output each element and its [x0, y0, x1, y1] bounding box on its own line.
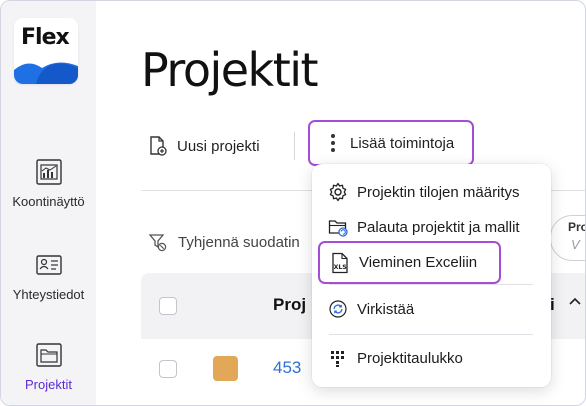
menu-item-status-settings[interactable]: Projektin tilojen määritys — [328, 182, 520, 202]
column-header-project[interactable]: Proj — [273, 295, 306, 315]
gear-icon — [329, 182, 347, 202]
refresh-icon — [329, 300, 347, 318]
row-checkbox[interactable] — [159, 360, 177, 378]
menu-separator — [329, 334, 533, 335]
projects-folder-icon — [35, 343, 62, 367]
dashboard-chart-icon — [35, 159, 62, 185]
new-project-button[interactable]: Uusi projekti — [148, 134, 260, 158]
row-color-swatch — [213, 356, 238, 381]
menu-item-refresh[interactable]: Virkistää — [328, 299, 414, 319]
menu-item-label: Palauta projektit ja mallit — [357, 218, 520, 236]
xls-file-icon: XLS — [332, 252, 348, 273]
sort-ascending-icon[interactable] — [567, 294, 583, 310]
row-project-link[interactable]: 453 — [273, 358, 301, 378]
more-actions-menu: Projektin tilojen määritys Palauta proje… — [312, 164, 551, 387]
app-window: Flex Koontinäyttö Yhteystiedot Projektit… — [0, 0, 586, 406]
more-actions-button[interactable]: Lisää toimintoja — [308, 120, 474, 166]
clear-filter-button[interactable]: Tyhjennä suodatin — [148, 230, 300, 254]
more-actions-label: Lisää toimintoja — [350, 134, 455, 152]
sidebar-item-projects[interactable]: Projektit — [1, 341, 96, 392]
clear-filter-label: Tyhjennä suodatin — [178, 233, 300, 251]
chip-title: Pro — [568, 220, 585, 234]
svg-text:XLS: XLS — [334, 264, 347, 271]
folder-restore-icon — [328, 220, 348, 237]
menu-item-restore-projects[interactable]: Palauta projektit ja mallit — [328, 217, 520, 237]
sidebar-item-label: Yhteystiedot — [12, 287, 85, 302]
logo-text: Flex — [21, 25, 70, 50]
sidebar: Flex Koontinäyttö Yhteystiedot Projektit — [1, 1, 96, 405]
filter-clear-icon — [148, 234, 167, 252]
menu-item-export-excel[interactable]: XLS Vieminen Exceliin — [318, 241, 501, 284]
grid-table-icon — [331, 351, 344, 367]
new-document-icon — [150, 136, 167, 156]
sidebar-item-label: Koontinäyttö — [12, 194, 85, 209]
project-status-filter-chip[interactable]: Pro V — [550, 215, 585, 261]
select-all-checkbox[interactable] — [159, 297, 177, 315]
menu-item-label: Projektin tilojen määritys — [357, 183, 520, 201]
menu-item-project-table[interactable]: Projektitaulukko — [328, 348, 463, 368]
sidebar-item-contacts[interactable]: Yhteystiedot — [1, 251, 96, 302]
sidebar-item-dashboard[interactable]: Koontinäyttö — [1, 158, 96, 209]
contact-card-icon — [35, 255, 62, 275]
new-project-label: Uusi projekti — [177, 137, 260, 155]
app-logo[interactable]: Flex — [14, 18, 78, 84]
more-vertical-icon — [326, 134, 340, 152]
chip-value: V — [571, 237, 580, 252]
menu-separator — [329, 284, 533, 285]
toolbar-divider — [294, 132, 295, 160]
menu-item-label: Vieminen Exceliin — [359, 254, 478, 271]
menu-item-label: Virkistää — [357, 300, 415, 318]
page-title: Projektit — [141, 43, 319, 97]
sidebar-item-label: Projektit — [25, 377, 72, 392]
menu-item-label: Projektitaulukko — [357, 349, 463, 367]
